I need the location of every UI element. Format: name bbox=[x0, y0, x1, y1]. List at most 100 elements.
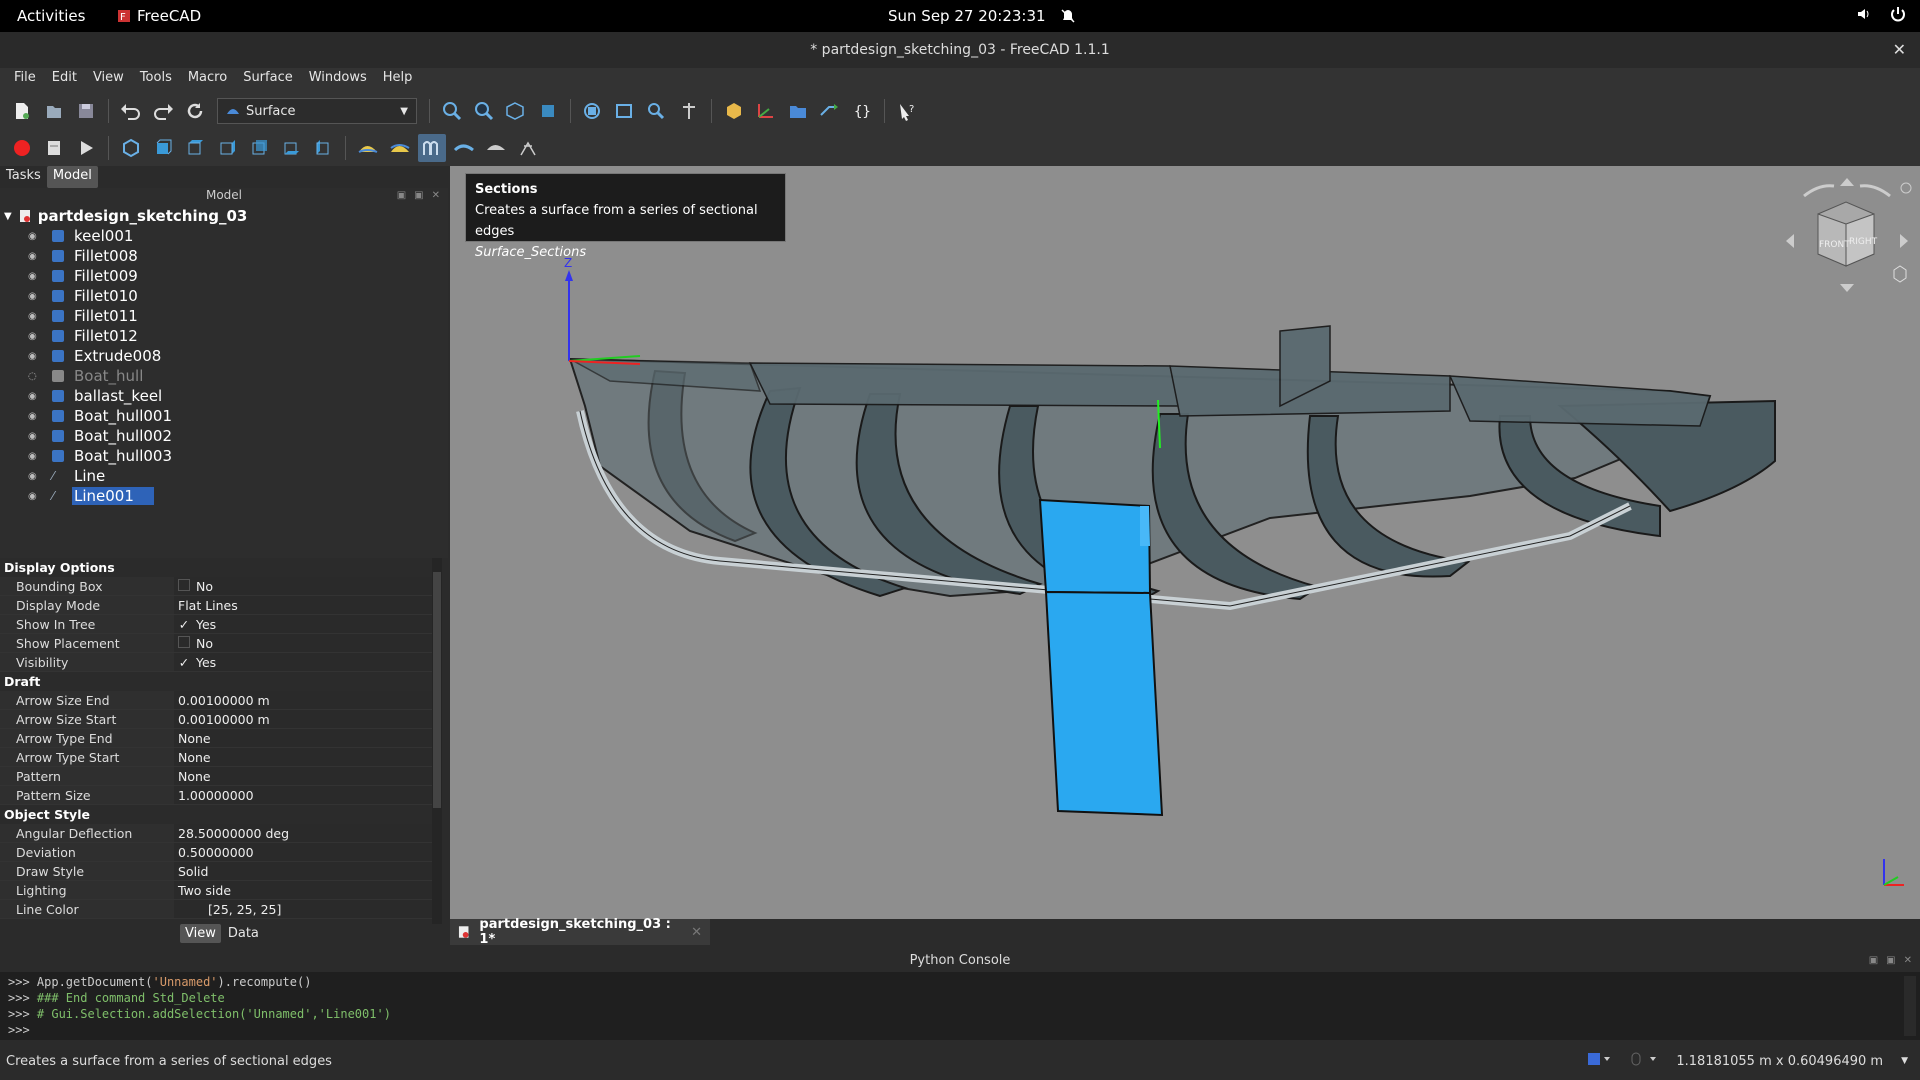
property-row[interactable]: Arrow Size Start 0.00100000 m bbox=[0, 710, 432, 729]
clock[interactable]: Sun Sep 27 20:23:31 bbox=[888, 7, 1076, 25]
view-rear-icon[interactable] bbox=[245, 134, 273, 162]
menu-surface[interactable]: Surface bbox=[235, 68, 301, 92]
part-icon[interactable] bbox=[720, 97, 748, 125]
chevron-down-icon[interactable]: ▼ bbox=[1901, 1056, 1908, 1066]
surface-sections-icon[interactable] bbox=[418, 134, 446, 162]
window-close-icon[interactable]: ✕ bbox=[1893, 32, 1906, 68]
eye-icon[interactable]: ◉ bbox=[28, 271, 42, 282]
property-group-header[interactable]: Display Options bbox=[0, 558, 432, 577]
checkbox[interactable]: ✓ bbox=[178, 653, 190, 670]
property-row[interactable]: Line Color [25, 25, 25] bbox=[0, 900, 432, 919]
undo-icon[interactable] bbox=[117, 97, 145, 125]
property-value[interactable]: 0.00100000 m bbox=[174, 710, 432, 728]
property-value[interactable]: [25, 25, 25] bbox=[174, 900, 432, 918]
view-bottom-icon[interactable] bbox=[277, 134, 305, 162]
property-group-header[interactable]: Draft bbox=[0, 672, 432, 691]
refresh-icon[interactable] bbox=[181, 97, 209, 125]
tree-item[interactable]: ◌ Boat_hull bbox=[0, 366, 448, 386]
property-row[interactable]: Visibility ✓ Yes bbox=[0, 653, 432, 672]
save-document-icon[interactable] bbox=[72, 97, 100, 125]
view-top-icon[interactable] bbox=[181, 134, 209, 162]
workbench-selector[interactable]: Surface ▼ bbox=[217, 98, 417, 124]
eye-icon[interactable]: ◉ bbox=[28, 251, 42, 262]
system-tray[interactable] bbox=[1856, 6, 1906, 22]
panel-close-icon[interactable]: ✕ bbox=[432, 190, 440, 201]
curve-on-mesh-icon[interactable] bbox=[514, 134, 542, 162]
view-left-icon[interactable] bbox=[309, 134, 337, 162]
arrow-down-icon[interactable] bbox=[1840, 284, 1854, 292]
eye-icon[interactable]: ◉ bbox=[28, 391, 42, 402]
new-document-icon[interactable] bbox=[8, 97, 36, 125]
menu-file[interactable]: File bbox=[6, 68, 44, 92]
eye-icon[interactable]: ◉ bbox=[28, 491, 42, 502]
property-row[interactable]: Arrow Size End 0.00100000 m bbox=[0, 691, 432, 710]
property-value[interactable]: 1.00000000 bbox=[174, 786, 432, 804]
mouse-mode-icon[interactable] bbox=[1630, 1052, 1658, 1070]
draw-style-icon[interactable] bbox=[579, 97, 607, 125]
tree-item[interactable]: ◉ Boat_hull001 bbox=[0, 406, 448, 426]
app-menu[interactable]: F FreeCAD bbox=[117, 7, 201, 25]
fit-all-icon[interactable] bbox=[438, 97, 466, 125]
fit-selection-icon[interactable] bbox=[470, 97, 498, 125]
property-value[interactable]: None bbox=[174, 748, 432, 766]
python-console[interactable]: >>> App.getDocument('Unnamed').recompute… bbox=[0, 972, 1920, 1040]
property-row[interactable]: Show Placement No bbox=[0, 634, 432, 653]
arrow-left-icon[interactable] bbox=[1786, 234, 1794, 248]
measure-icon[interactable] bbox=[643, 97, 671, 125]
property-row[interactable]: Bounding Box No bbox=[0, 577, 432, 596]
menu-help[interactable]: Help bbox=[375, 68, 421, 92]
eye-icon[interactable]: ◉ bbox=[28, 411, 42, 422]
property-row[interactable]: Lighting Two side bbox=[0, 881, 432, 900]
property-row[interactable]: Arrow Type Start None bbox=[0, 748, 432, 767]
clipping-icon[interactable] bbox=[675, 97, 703, 125]
tab-close-icon[interactable]: ✕ bbox=[691, 925, 702, 940]
tree-item[interactable]: ◉ Boat_hull002 bbox=[0, 426, 448, 446]
surface-geomfill-icon[interactable] bbox=[386, 134, 414, 162]
view-right-icon[interactable] bbox=[213, 134, 241, 162]
whats-this-icon[interactable]: ? bbox=[893, 97, 921, 125]
menu-tools[interactable]: Tools bbox=[132, 68, 180, 92]
eye-icon[interactable]: ◉ bbox=[28, 331, 42, 342]
group-folder-icon[interactable] bbox=[784, 97, 812, 125]
tree-item[interactable]: ◉ Fillet011 bbox=[0, 306, 448, 326]
property-value[interactable]: Flat Lines bbox=[174, 596, 432, 614]
surface-blend-icon[interactable] bbox=[482, 134, 510, 162]
document-tab[interactable]: partdesign_sketching_03 : 1* ✕ bbox=[450, 917, 710, 947]
tree-item[interactable]: ◉ ballast_keel bbox=[0, 386, 448, 406]
tree-item[interactable]: ◉ Fillet009 bbox=[0, 266, 448, 286]
view-isometric-icon[interactable] bbox=[502, 97, 530, 125]
arrow-right-icon[interactable] bbox=[1900, 234, 1908, 248]
stereo-icon[interactable] bbox=[611, 97, 639, 125]
property-value[interactable]: 0.00100000 m bbox=[174, 691, 432, 709]
arrow-up-icon[interactable] bbox=[1840, 178, 1854, 186]
panel-float-icon[interactable]: ▣ bbox=[1869, 950, 1878, 972]
rotate-left-icon[interactable] bbox=[1803, 184, 1835, 198]
navigation-cube[interactable]: FRONT RIGHT bbox=[1782, 174, 1912, 308]
navigation-style-icon[interactable] bbox=[1588, 1052, 1612, 1070]
rotate-right-icon[interactable] bbox=[1859, 184, 1891, 198]
view-front-icon[interactable] bbox=[149, 134, 177, 162]
property-value[interactable]: Two side bbox=[174, 881, 432, 899]
property-row[interactable]: Angular Deflection 28.50000000 deg bbox=[0, 824, 432, 843]
property-value[interactable]: No bbox=[174, 634, 432, 652]
tree-item[interactable]: ◉ Fillet008 bbox=[0, 246, 448, 266]
property-scrollbar[interactable] bbox=[432, 558, 442, 924]
panel-undock-icon[interactable]: ▣ bbox=[414, 190, 423, 201]
eye-hidden-icon[interactable]: ◌ bbox=[28, 371, 42, 382]
tab-data[interactable]: Data bbox=[223, 924, 264, 943]
eye-icon[interactable]: ◉ bbox=[28, 291, 42, 302]
property-row[interactable]: Show In Tree ✓ Yes bbox=[0, 615, 432, 634]
property-value[interactable]: No bbox=[174, 577, 432, 595]
menu-macro[interactable]: Macro bbox=[180, 68, 235, 92]
tree-root-document[interactable]: ▼ partdesign_sketching_03 bbox=[0, 206, 448, 226]
property-row[interactable]: Arrow Type End None bbox=[0, 729, 432, 748]
tree-item[interactable]: ◉ keel001 bbox=[0, 226, 448, 246]
menu-windows[interactable]: Windows bbox=[301, 68, 375, 92]
checkbox[interactable]: ✓ bbox=[178, 615, 190, 632]
power-icon[interactable] bbox=[1890, 6, 1906, 22]
menu-view[interactable]: View bbox=[85, 68, 132, 92]
property-value[interactable]: 28.50000000 deg bbox=[174, 824, 432, 842]
3d-viewport[interactable]: Z FRONT RIGHT bbox=[450, 166, 1920, 919]
property-value[interactable]: 0.50000000 bbox=[174, 843, 432, 861]
eye-icon[interactable]: ◉ bbox=[28, 431, 42, 442]
